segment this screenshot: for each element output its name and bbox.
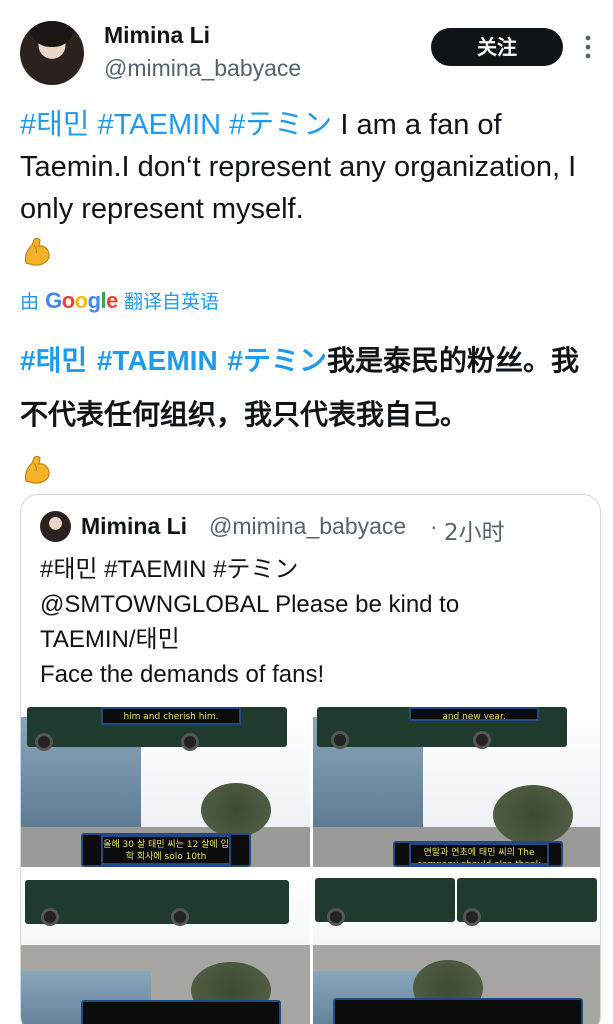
translated-by-prefix: 由 bbox=[20, 291, 40, 313]
quoted-text-line: @SMTOWNGLOBAL Please be kind to bbox=[40, 591, 460, 618]
avatar[interactable] bbox=[20, 21, 84, 85]
media-photo[interactable] bbox=[21, 870, 310, 1024]
quoted-user-handle[interactable]: @mimina_babyace bbox=[209, 513, 406, 540]
hashtag-link[interactable]: #TAEMIN bbox=[97, 345, 218, 376]
truck-screen-text: him and cherish him. bbox=[101, 707, 241, 725]
separator-dot: · bbox=[430, 513, 438, 539]
follow-button[interactable]: 关注 bbox=[431, 28, 563, 66]
tweet-header: Mimina Li @mimina_babyace 关注 bbox=[0, 0, 613, 100]
quoted-text-line: #태민 #TAEMIN #テミン bbox=[40, 556, 299, 583]
quoted-display-name[interactable]: Mimina Li bbox=[81, 513, 187, 540]
user-handle[interactable]: @mimina_babyace bbox=[104, 55, 301, 82]
tweet-text: #태민 #TAEMIN #テミン I am a fan of Taemin.I … bbox=[20, 104, 595, 272]
translation-attribution[interactable]: 由 Google 翻译自英语 bbox=[20, 287, 219, 314]
google-logo: Google bbox=[45, 288, 118, 313]
translated-text: #태민 #TAEMIN #テミン我是泰民的粉丝。我不代表任何组织，我只代表我自己… bbox=[20, 334, 600, 496]
quoted-text: #태민 #TAEMIN #テミン @SMTOWNGLOBAL Please be… bbox=[40, 552, 580, 692]
hashtag-link[interactable]: #태민 bbox=[20, 109, 90, 141]
hashtag-link[interactable]: #TAEMIN bbox=[98, 109, 222, 141]
hashtag-link[interactable]: #태민 bbox=[20, 345, 87, 376]
truck-screen-text: and new year. bbox=[409, 707, 539, 721]
quoted-text-line: TAEMIN/태민 bbox=[40, 626, 180, 653]
display-name[interactable]: Mimina Li bbox=[104, 22, 210, 49]
media-grid: him and cherish him. 올해 30 살 태민 씨는 12 살에… bbox=[21, 705, 600, 1024]
flexed-biceps-icon bbox=[24, 455, 50, 484]
avatar[interactable] bbox=[40, 511, 71, 542]
truck-screen-text: 올해 30 살 태민 씨는 12 살에 입학 회사에 solo 10th ann… bbox=[101, 835, 231, 865]
quoted-tweet[interactable]: Mimina Li @mimina_babyace · 2小时 #태민 #TAE… bbox=[20, 494, 601, 1024]
media-photo[interactable] bbox=[313, 870, 600, 1024]
more-vertical-icon[interactable] bbox=[578, 34, 598, 60]
hashtag-link[interactable]: #テミン bbox=[227, 345, 327, 376]
quoted-text-line: Face the demands of fans! bbox=[40, 661, 325, 688]
truck-screen-text: 연말과 연초에 태민 씨의 The company should also th… bbox=[409, 843, 549, 865]
quoted-timestamp[interactable]: 2小时 bbox=[444, 513, 505, 547]
media-photo[interactable]: him and cherish him. 올해 30 살 태민 씨는 12 살에… bbox=[21, 705, 310, 867]
translated-from-label: 翻译自英语 bbox=[123, 291, 219, 313]
hashtag-link[interactable]: #テミン bbox=[229, 109, 332, 141]
media-photo[interactable]: and new year. 연말과 연초에 태민 씨의 The company … bbox=[313, 705, 600, 867]
flexed-biceps-icon bbox=[24, 238, 50, 267]
